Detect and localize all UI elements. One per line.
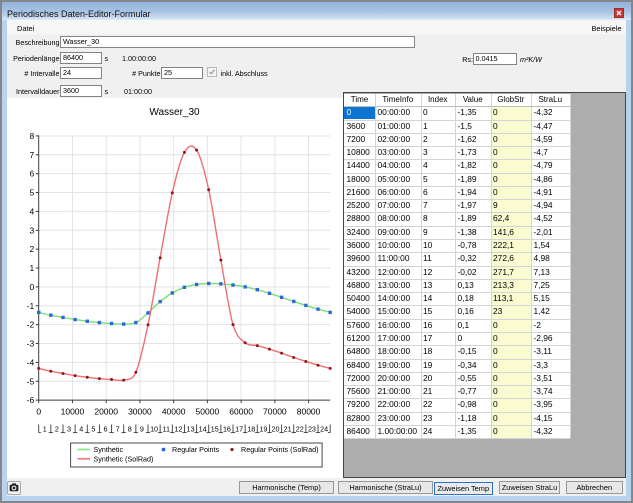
svg-text:20000: 20000 [94, 406, 118, 416]
svg-text:8: 8 [29, 131, 34, 141]
svg-text:8: 8 [128, 424, 132, 433]
svg-text:Synthetic: Synthetic [94, 445, 124, 454]
svg-text:14: 14 [199, 424, 207, 433]
svg-text:-2: -2 [27, 320, 35, 330]
svg-text:40000: 40000 [162, 406, 186, 416]
svg-text:7: 7 [29, 150, 34, 160]
svg-text:Synthetic (SolRad): Synthetic (SolRad) [94, 455, 154, 464]
svg-text:16: 16 [223, 424, 231, 433]
svg-text:Regular Points: Regular Points [172, 445, 220, 454]
svg-text:9: 9 [140, 424, 144, 433]
svg-text:-1: -1 [27, 301, 35, 311]
svg-text:22: 22 [296, 424, 304, 433]
svg-text:Wasser_30: Wasser_30 [149, 107, 200, 118]
svg-text:13: 13 [187, 424, 195, 433]
svg-text:6: 6 [104, 424, 108, 433]
svg-text:24: 24 [320, 424, 328, 433]
svg-text:0: 0 [29, 282, 34, 292]
svg-text:21: 21 [284, 424, 292, 433]
svg-text:10: 10 [150, 424, 158, 433]
svg-text:4: 4 [79, 424, 83, 433]
svg-text:7: 7 [116, 424, 120, 433]
svg-text:30000: 30000 [128, 406, 152, 416]
svg-text:Regular Points (SolRad): Regular Points (SolRad) [241, 445, 319, 454]
svg-text:6: 6 [29, 169, 34, 179]
svg-text:50000: 50000 [196, 406, 220, 416]
svg-text:-3: -3 [27, 339, 35, 349]
svg-text:15: 15 [211, 424, 219, 433]
svg-text:3: 3 [29, 225, 34, 235]
svg-text:19: 19 [259, 424, 267, 433]
svg-text:1: 1 [43, 424, 47, 433]
svg-text:-5: -5 [27, 376, 35, 386]
svg-text:17: 17 [235, 424, 243, 433]
svg-text:18: 18 [247, 424, 255, 433]
svg-text:10000: 10000 [61, 406, 85, 416]
svg-text:-6: -6 [27, 395, 35, 405]
svg-text:-4: -4 [27, 357, 35, 367]
svg-text:2: 2 [29, 244, 34, 254]
svg-text:2: 2 [55, 424, 59, 433]
svg-text:3: 3 [67, 424, 71, 433]
svg-text:5: 5 [91, 424, 95, 433]
svg-text:20: 20 [272, 424, 280, 433]
svg-text:60000: 60000 [229, 406, 253, 416]
svg-text:80000: 80000 [297, 406, 321, 416]
svg-text:4: 4 [29, 206, 34, 216]
svg-text:70000: 70000 [263, 406, 287, 416]
svg-text:23: 23 [308, 424, 316, 433]
svg-text:11: 11 [162, 424, 169, 433]
svg-text:5: 5 [29, 188, 34, 198]
svg-text:1: 1 [29, 263, 34, 273]
svg-text:0: 0 [36, 406, 41, 416]
svg-text:12: 12 [174, 424, 182, 433]
